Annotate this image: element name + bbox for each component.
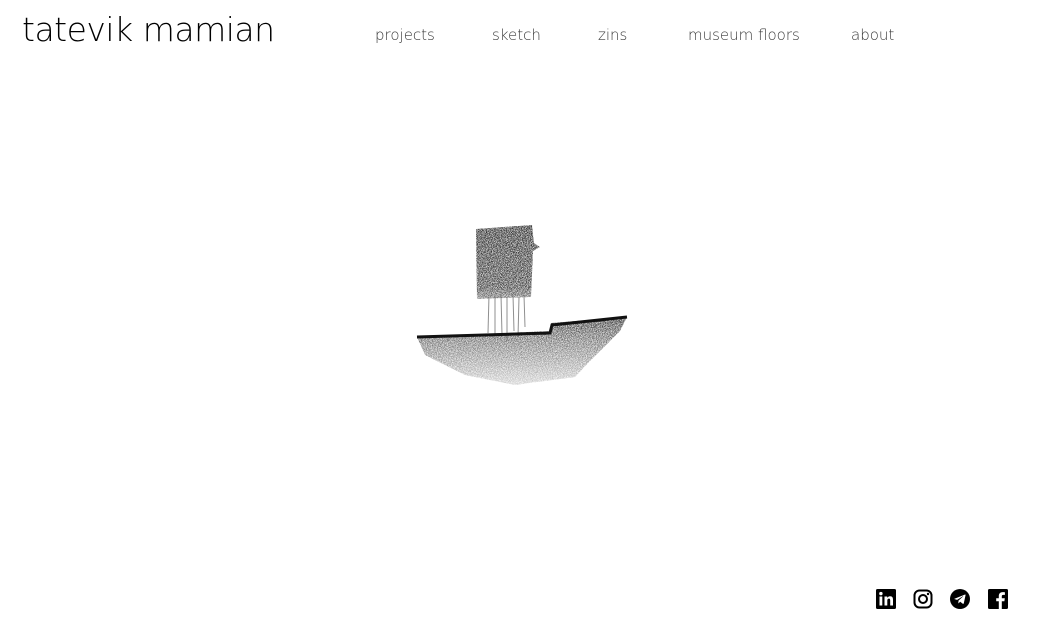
pencil-sketch-image — [416, 225, 628, 385]
instagram-icon[interactable] — [913, 589, 933, 609]
nav-item-zins[interactable]: zins — [598, 24, 627, 46]
nav-item-about[interactable]: about — [851, 24, 894, 46]
sketch-artwork — [405, 215, 637, 400]
main-nav: projects sketch zins museum floors about — [0, 24, 1043, 46]
linkedin-icon[interactable] — [876, 589, 896, 609]
social-links — [876, 589, 1016, 609]
nav-item-museum-floors[interactable]: museum floors — [688, 24, 800, 46]
facebook-icon[interactable] — [988, 589, 1008, 609]
nav-item-sketch[interactable]: sketch — [492, 24, 541, 46]
telegram-icon[interactable] — [950, 589, 970, 609]
nav-item-projects[interactable]: projects — [375, 24, 435, 46]
